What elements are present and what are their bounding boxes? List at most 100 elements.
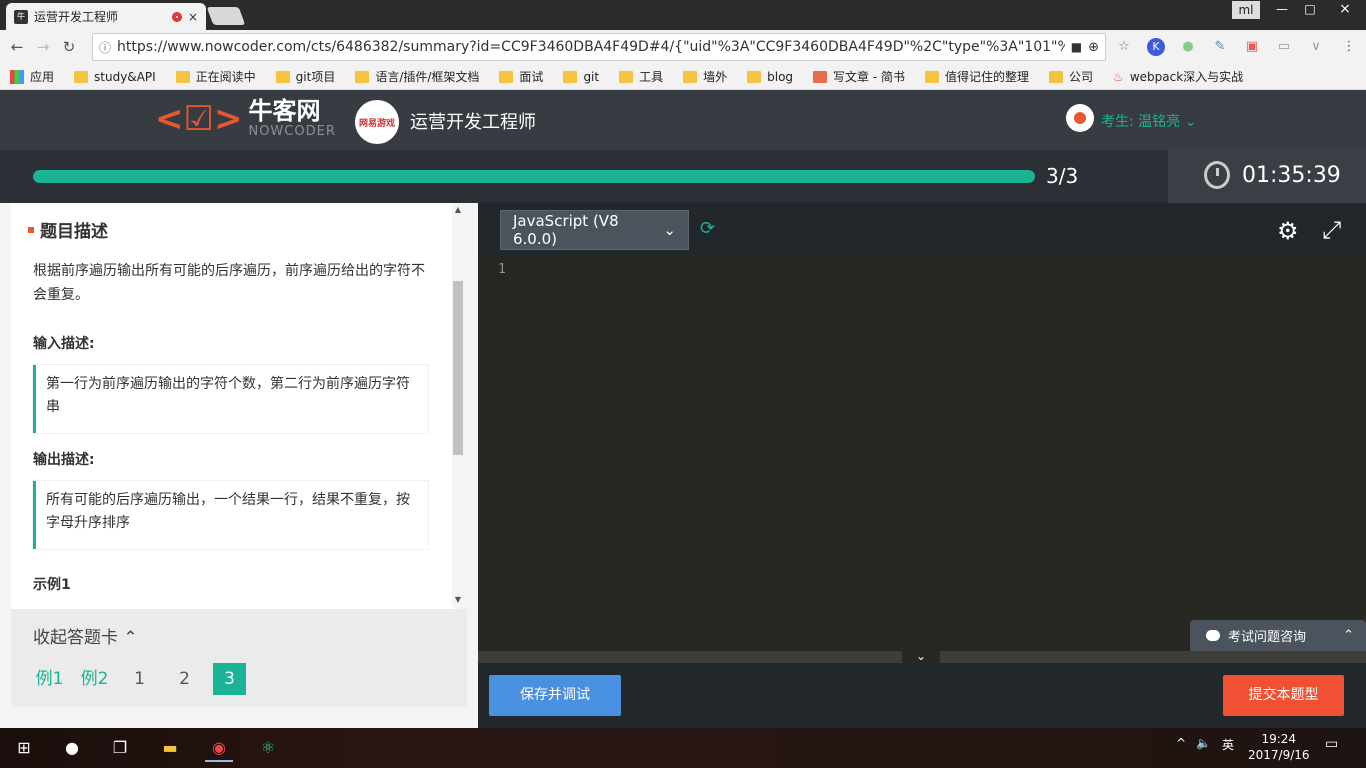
bookmark-item[interactable]: study&API [74, 70, 156, 84]
page-info-icon[interactable]: ⓘ [99, 39, 111, 56]
address-bar[interactable]: ⓘ https://www.nowcoder.com/cts/6486382/s… [92, 33, 1106, 61]
job-title: 运营开发工程师 [410, 112, 536, 133]
output-description: 所有可能的后序遍历输出，一个结果一行，结果不重复，按字母升序排序 [33, 481, 428, 549]
problem-description: 题目描述 根据前序遍历输出所有可能的后序遍历，前序遍历给出的字符不会重复。 输入… [11, 203, 454, 609]
profile-button[interactable]: ml [1232, 1, 1260, 19]
menu-icon[interactable]: ⋮ [1340, 38, 1358, 56]
answer-card: 收起答题卡 ⌃ 例1 例2 1 2 3 [11, 609, 467, 707]
bookmark-item[interactable]: 工具 [619, 68, 663, 85]
chevron-up-icon: ⌃ [123, 628, 138, 648]
save-debug-button[interactable]: 保存并调试 [489, 675, 621, 716]
office-icon[interactable]: ▣ [1243, 38, 1261, 56]
exam-progress-bar: 3/3 01:35:39 [0, 150, 1366, 203]
folder-icon [355, 70, 370, 83]
question-1[interactable]: 1 [123, 663, 156, 695]
maximize-icon[interactable]: □ [1296, 0, 1324, 20]
recording-icon [171, 11, 182, 22]
fullscreen-icon[interactable]: ⤢ [1322, 216, 1341, 244]
back-icon[interactable]: ← [4, 38, 30, 56]
question-example-1[interactable]: 例1 [33, 663, 66, 695]
volume-icon[interactable]: 🔈 [1196, 736, 1211, 750]
windows-taskbar: ⊞ ● ❐ ▬ ◉ ⚛ ^ 🔈 英 19:24 2017/9/16 ▭ [0, 728, 1366, 768]
candidate-menu[interactable]: 考生: 温铭亮 ⌄ [1101, 111, 1196, 131]
bullet-icon [28, 226, 34, 233]
nowcoder-logo[interactable]: <☑> 牛客网 NOWCODER [155, 98, 336, 139]
file-explorer-icon[interactable]: ▬ [156, 734, 184, 762]
description-scrollbar[interactable]: ▲ ▼ [452, 203, 464, 606]
bookmark-apps[interactable]: 应用 [10, 68, 54, 85]
question-2[interactable]: 2 [168, 663, 201, 695]
bookmark-star-icon[interactable]: ☆ [1115, 38, 1133, 56]
system-clock[interactable]: 19:24 2017/9/16 [1248, 731, 1310, 763]
bookmarks-bar: 应用 study&API 正在阅读中 git项目 语言/插件/框架文档 面试 g… [0, 64, 1366, 90]
bookmark-item[interactable]: 语言/插件/框架文档 [355, 68, 479, 85]
submit-button[interactable]: 提交本题型 [1223, 675, 1344, 716]
extension-arrow-icon[interactable]: ∨ [1307, 38, 1325, 56]
zoom-icon[interactable]: ⊕ [1088, 40, 1099, 55]
task-view-icon[interactable]: ❐ [106, 734, 134, 762]
apps-icon [10, 69, 24, 84]
code-input-area[interactable] [518, 256, 1366, 651]
bookmark-item[interactable]: 正在阅读中 [175, 68, 256, 85]
new-tab-button[interactable] [206, 7, 246, 25]
bookmark-item[interactable]: blog [747, 70, 793, 84]
eyedropper-icon[interactable]: ✎ [1211, 38, 1229, 56]
question-3[interactable]: 3 [213, 663, 246, 695]
webcam-icon [1066, 104, 1094, 132]
tab-close-icon[interactable]: × [188, 10, 198, 24]
flame-icon: ♨ [1113, 69, 1124, 84]
chevron-up-icon: ⌃ [1343, 628, 1354, 643]
cortana-icon[interactable]: ● [58, 734, 86, 762]
example-label: 示例1 [33, 577, 71, 593]
editor-actions: 保存并调试 提交本题型 [478, 663, 1366, 728]
bookmark-item[interactable]: git项目 [275, 68, 335, 85]
window-close-icon[interactable]: × [1324, 0, 1366, 20]
folder-icon [747, 70, 762, 83]
input-label: 输入描述: [33, 336, 95, 352]
countdown-timer: 01:35:39 [1242, 163, 1341, 188]
settings-gear-icon[interactable]: ⚙ [1277, 217, 1299, 245]
folder-icon [74, 70, 89, 83]
extension-dot-icon[interactable]: ● [1179, 38, 1197, 56]
extension-grey-icon[interactable]: ▭ [1275, 38, 1293, 56]
tray-expand-icon[interactable]: ^ [1176, 736, 1186, 750]
folder-icon [683, 70, 698, 83]
stopwatch-icon [1204, 161, 1230, 189]
extension-k-icon[interactable]: K [1147, 38, 1165, 56]
chevron-down-icon: ⌄ [663, 221, 676, 239]
language-select[interactable]: JavaScript (V8 6.0.0) ⌄ [500, 210, 689, 250]
browser-tab[interactable]: 牛 运营开发工程师 × [6, 3, 206, 30]
jianshu-icon [813, 70, 828, 83]
scroll-up-icon[interactable]: ▲ [452, 205, 464, 214]
logo-mark-icon: <☑> [155, 98, 243, 139]
bookmark-item[interactable]: 写文章 - 简书 [813, 68, 905, 85]
question-example-2[interactable]: 例2 [78, 663, 111, 695]
app-icon[interactable]: ⚛ [254, 734, 282, 762]
bookmark-item[interactable]: ♨ webpack深入与实战 [1113, 68, 1243, 85]
minimize-icon[interactable]: — [1268, 0, 1296, 20]
bookmark-item[interactable]: 墙外 [683, 68, 727, 85]
folder-icon [499, 70, 514, 83]
chrome-icon[interactable]: ◉ [205, 734, 233, 762]
folder-icon [275, 70, 290, 83]
reload-icon[interactable]: ↻ [56, 38, 82, 56]
forward-icon[interactable]: → [30, 38, 56, 56]
url-text[interactable]: https://www.nowcoder.com/cts/6486382/sum… [117, 39, 1065, 55]
exam-consult-button[interactable]: 考试问题咨询 ⌃ [1190, 620, 1366, 651]
bookmark-item[interactable]: git [563, 70, 599, 84]
notification-icon[interactable]: ▭ [1325, 736, 1338, 752]
output-label: 输出描述: [33, 452, 95, 468]
scrollbar-thumb[interactable] [453, 281, 463, 455]
ime-indicator[interactable]: 英 [1222, 736, 1234, 753]
scroll-down-icon[interactable]: ▼ [452, 595, 464, 604]
tab-title: 运营开发工程师 [34, 10, 119, 24]
bookmark-item[interactable]: 面试 [499, 68, 543, 85]
bookmark-item[interactable]: 值得记住的整理 [925, 68, 1029, 85]
browser-tab-strip: 牛 运营开发工程师 × ml — □ × [0, 0, 1366, 30]
windows-start-icon[interactable]: ⊞ [10, 734, 38, 762]
collapse-answer-card-button[interactable]: 收起答题卡 ⌃ [33, 623, 138, 648]
bookmark-item[interactable]: 公司 [1049, 68, 1093, 85]
code-editor-panel: JavaScript (V8 6.0.0) ⌄ ⟳ ⚙ ⤢ 1 考试问题咨询 ⌃ … [478, 203, 1366, 728]
reset-code-icon[interactable]: ⟳ [700, 218, 715, 239]
camera-icon[interactable]: ■ [1071, 40, 1082, 54]
